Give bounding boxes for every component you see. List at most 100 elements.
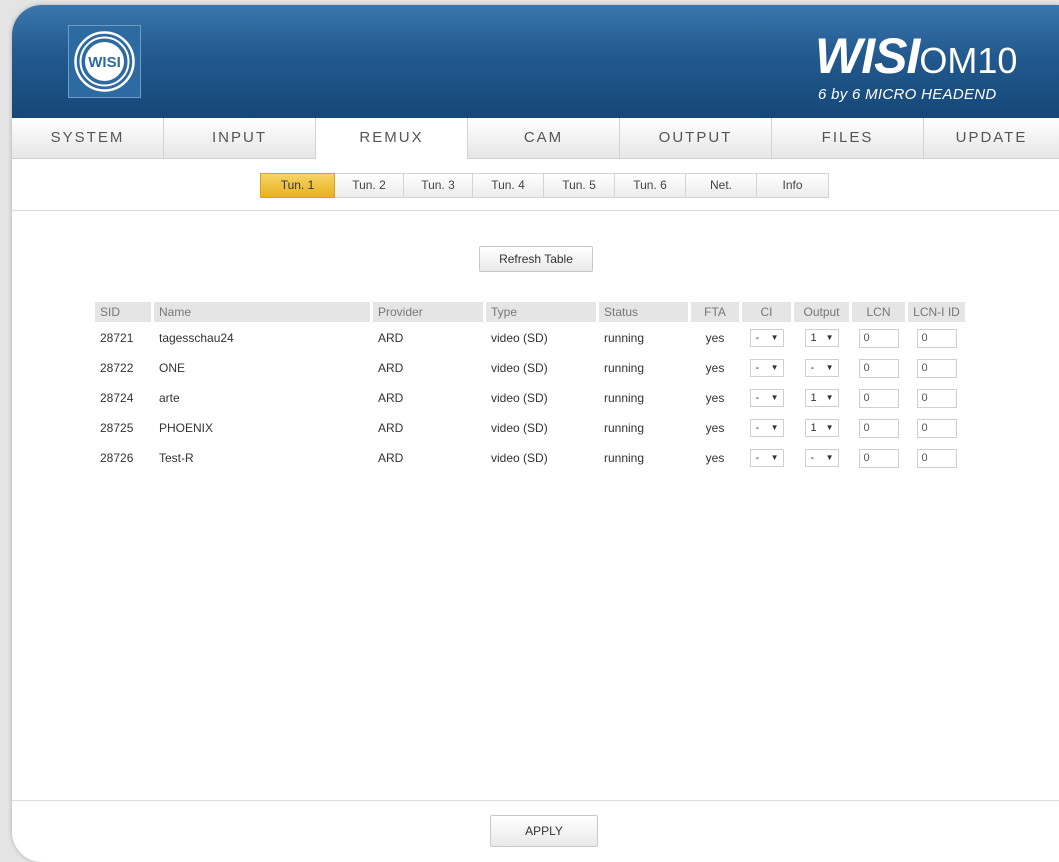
cell-ci: - ▼ xyxy=(742,414,791,442)
model-name: OM10 xyxy=(919,40,1018,81)
subtab-tun-3[interactable]: Tun. 3 xyxy=(404,173,473,198)
product-brand: WISIOM10 6 by 6 MICRO HEADEND xyxy=(815,31,1018,103)
apply-button[interactable]: APPLY xyxy=(490,815,598,847)
col-fta-header: FTA xyxy=(691,302,739,322)
cell-type: video (SD) xyxy=(491,361,548,375)
cell-status: running xyxy=(604,421,645,435)
cell-sid: 28725 xyxy=(100,421,134,435)
output-select-value: - xyxy=(810,362,815,374)
table-header-row: SID Name Provider Type Status FTA CI Out… xyxy=(95,302,965,322)
lcn-id-input[interactable]: 0 xyxy=(916,448,957,468)
col-type-header: Type xyxy=(486,302,596,322)
subtab-tun-1[interactable]: Tun. 1 xyxy=(260,173,335,198)
subtab-tun-5[interactable]: Tun. 5 xyxy=(544,173,615,198)
col-lcn-id-header: LCN-I ID xyxy=(908,302,965,322)
col-name-header: Name xyxy=(154,302,370,322)
cell-provider: ARD xyxy=(378,331,404,345)
ci-select[interactable]: - ▼ xyxy=(749,359,784,377)
table-row: 28724 arte ARD video (SD) running yes - ▼… xyxy=(95,384,965,412)
cell-lcn: 0 xyxy=(852,444,905,472)
header-banner: WISI WISIOM10 6 by 6 MICRO HEADEND xyxy=(12,5,1059,118)
cell-type: video (SD) xyxy=(491,451,548,465)
cell-ci: - ▼ xyxy=(742,354,791,382)
lcn-id-input[interactable]: 0 xyxy=(916,328,957,348)
lcn-input[interactable]: 0 xyxy=(858,418,899,438)
dropdown-arrow-icon: ▼ xyxy=(770,363,779,372)
output-select[interactable]: 1 ▼ xyxy=(804,389,839,407)
output-select[interactable]: - ▼ xyxy=(804,359,839,377)
col-provider-header: Provider xyxy=(373,302,483,322)
tab-input[interactable]: INPUT xyxy=(164,118,316,158)
main-navigation: SYSTEM INPUT REMUX CAM OUTPUT FILES UPDA… xyxy=(12,118,1059,159)
output-select[interactable]: 1 ▼ xyxy=(804,419,839,437)
output-select[interactable]: 1 ▼ xyxy=(804,329,839,347)
col-sid-header: SID xyxy=(95,302,151,322)
divider-bottom xyxy=(12,800,1059,801)
table-row: 28722 ONE ARD video (SD) running yes - ▼ … xyxy=(95,354,965,382)
ci-select[interactable]: - ▼ xyxy=(749,449,784,467)
lcn-input[interactable]: 0 xyxy=(858,358,899,378)
output-select-value: 1 xyxy=(810,332,817,344)
dropdown-arrow-icon: ▼ xyxy=(770,393,779,402)
cell-name: tagesschau24 xyxy=(159,331,234,345)
tab-remux[interactable]: REMUX xyxy=(316,118,468,159)
subtab-info[interactable]: Info xyxy=(757,173,829,198)
cell-name: ONE xyxy=(159,361,186,375)
cell-fta: yes xyxy=(705,391,725,405)
cell-status: running xyxy=(604,331,645,345)
cell-output: - ▼ xyxy=(794,354,849,382)
cell-fta: yes xyxy=(705,331,725,345)
cell-lcn: 0 xyxy=(852,324,905,352)
divider-top xyxy=(12,210,1059,211)
lcn-id-input[interactable]: 0 xyxy=(916,388,957,408)
wisi-logo-icon: WISI xyxy=(74,31,135,92)
col-lcn-header: LCN xyxy=(852,302,905,322)
tab-system[interactable]: SYSTEM xyxy=(12,118,164,158)
refresh-table-button[interactable]: Refresh Table xyxy=(479,246,593,272)
ci-select[interactable]: - ▼ xyxy=(749,419,784,437)
lcn-id-input[interactable]: 0 xyxy=(916,358,957,378)
dropdown-arrow-icon: ▼ xyxy=(825,393,834,402)
subtab-tun-6[interactable]: Tun. 6 xyxy=(615,173,686,198)
lcn-input[interactable]: 0 xyxy=(858,388,899,408)
cell-sid: 28721 xyxy=(100,331,134,345)
cell-lcn: 0 xyxy=(852,354,905,382)
subtab-net[interactable]: Net. xyxy=(686,173,757,198)
cell-lcn-id: 0 xyxy=(908,354,965,382)
output-select-value: 1 xyxy=(810,422,817,434)
lcn-id-input[interactable]: 0 xyxy=(916,418,957,438)
ci-select-value: - xyxy=(755,362,760,374)
lcn-input[interactable]: 0 xyxy=(858,328,899,348)
cell-lcn-id: 0 xyxy=(908,324,965,352)
cell-lcn: 0 xyxy=(852,414,905,442)
app-frame: WISI WISIOM10 6 by 6 MICRO HEADEND SYSTE… xyxy=(12,5,1059,862)
subtab-tun-4[interactable]: Tun. 4 xyxy=(473,173,544,198)
table-row: 28721 tagesschau24 ARD video (SD) runnin… xyxy=(95,324,965,352)
cell-status: running xyxy=(604,361,645,375)
product-subtitle: 6 by 6 MICRO HEADEND xyxy=(818,86,997,103)
cell-sid: 28722 xyxy=(100,361,134,375)
cell-output: 1 ▼ xyxy=(794,414,849,442)
tab-files[interactable]: FILES xyxy=(772,118,924,158)
cell-name: PHOENIX xyxy=(159,421,214,435)
output-select[interactable]: - ▼ xyxy=(804,449,839,467)
ci-select-value: - xyxy=(755,392,760,404)
tab-output[interactable]: OUTPUT xyxy=(620,118,772,158)
cell-status: running xyxy=(604,391,645,405)
ci-select[interactable]: - ▼ xyxy=(749,329,784,347)
subtab-tun-2[interactable]: Tun. 2 xyxy=(335,173,404,198)
lcn-input[interactable]: 0 xyxy=(858,448,899,468)
cell-output: 1 ▼ xyxy=(794,384,849,412)
tab-cam[interactable]: CAM xyxy=(468,118,620,158)
cell-output: - ▼ xyxy=(794,444,849,472)
dropdown-arrow-icon: ▼ xyxy=(770,453,779,462)
cell-sid: 28724 xyxy=(100,391,134,405)
cell-lcn-id: 0 xyxy=(908,444,965,472)
cell-output: 1 ▼ xyxy=(794,324,849,352)
table-row: 28725 PHOENIX ARD video (SD) running yes… xyxy=(95,414,965,442)
ci-select[interactable]: - ▼ xyxy=(749,389,784,407)
table-row: 28726 Test-R ARD video (SD) running yes … xyxy=(95,444,965,472)
tab-update[interactable]: UPDATE xyxy=(924,118,1059,158)
cell-provider: ARD xyxy=(378,451,404,465)
cell-type: video (SD) xyxy=(491,421,548,435)
